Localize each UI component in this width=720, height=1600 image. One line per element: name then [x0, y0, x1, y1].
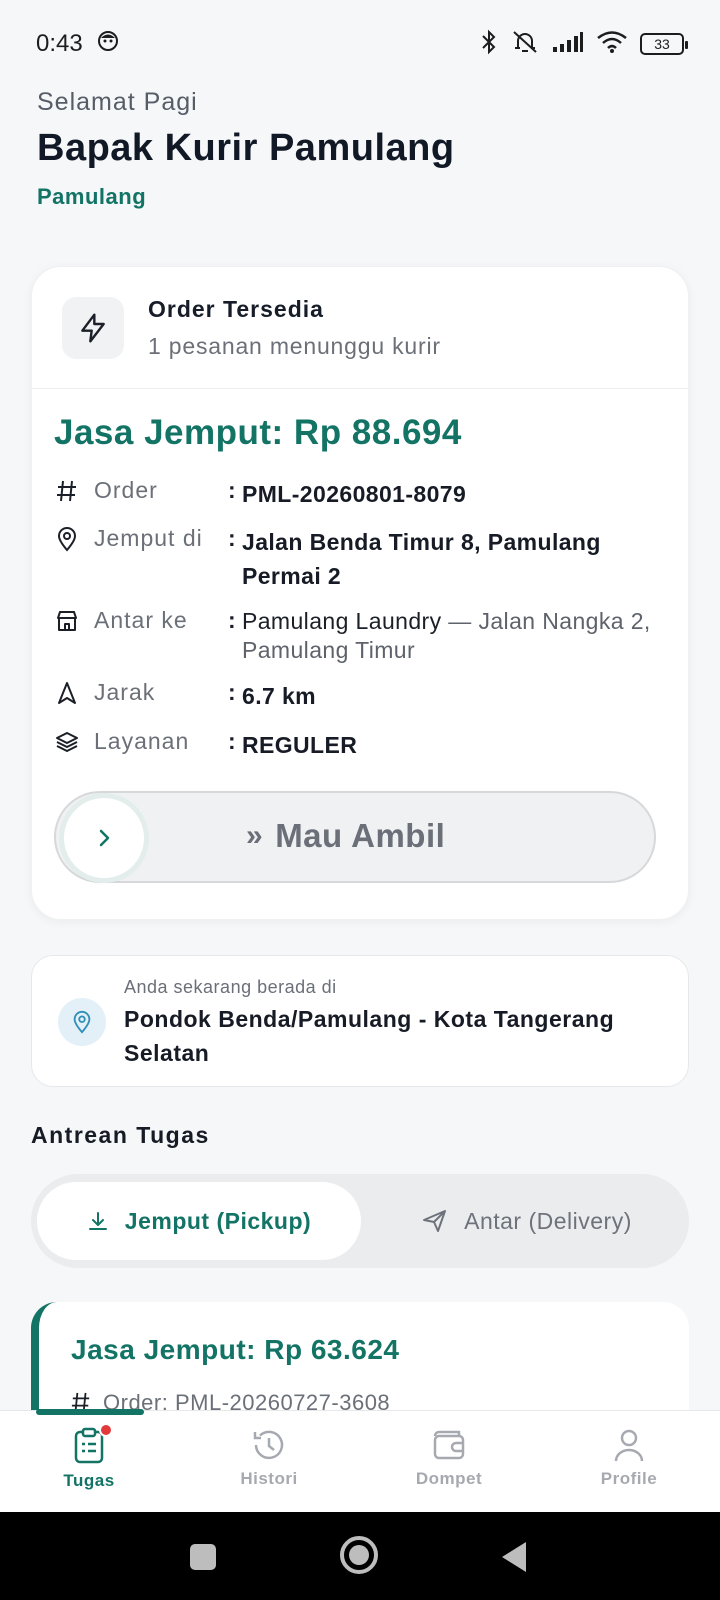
- notification-badge: [99, 1423, 113, 1437]
- tab-pickup-label: Jemput (Pickup): [124, 1207, 312, 1234]
- detail-colon: :: [228, 477, 236, 503]
- detail-label: Antar ke: [94, 607, 188, 633]
- detail-colon: :: [228, 607, 236, 633]
- detail-row-service: Layanan : REGULER: [54, 728, 357, 758]
- store-icon: [54, 607, 80, 635]
- detail-colon: :: [228, 728, 236, 754]
- location-caption: Anda sekarang berada di: [124, 977, 337, 997]
- current-location-card: Anda sekarang berada di Pondok Benda/Pam…: [31, 955, 689, 1087]
- slider-label-wrap: » Mau Ambil: [246, 817, 445, 855]
- dropoff-laundry-name: Pamulang Laundry: [242, 608, 442, 634]
- greeting-salutation: Selamat Pagi: [37, 88, 198, 116]
- distance-value: 6.7 km: [242, 683, 317, 709]
- wallet-icon: [433, 1430, 465, 1460]
- detail-row-distance: Jarak : 6.7 km: [54, 679, 316, 709]
- tab-pickup[interactable]: Jemput (Pickup): [37, 1182, 361, 1260]
- chevron-right-icon: [99, 829, 110, 847]
- back-button[interactable]: [502, 1542, 526, 1572]
- order-card-header: Order Tersedia 1 pesanan menunggu kurir: [32, 267, 688, 389]
- detail-label: Layanan: [94, 728, 190, 754]
- detail-label: Jarak: [94, 679, 156, 705]
- detail-colon: :: [228, 679, 236, 705]
- courier-name: Bapak Kurir Pamulang: [37, 127, 455, 169]
- courier-area: Pamulang: [37, 184, 147, 209]
- take-order-swipe-slider[interactable]: » Mau Ambil: [54, 791, 656, 883]
- detail-colon: :: [228, 525, 236, 551]
- detail-row-pickup: Jemput di : Jalan Benda Timur 8, Pamulan…: [54, 525, 600, 589]
- detail-row-dropoff: Antar ke : Pamulang Laundry — Jalan Nang…: [54, 607, 650, 663]
- mute-bell-icon: [510, 29, 540, 60]
- task-price: Jasa Jemput: Rp 63.624: [71, 1334, 400, 1365]
- queue-tabs: Jemput (Pickup) Antar (Delivery): [31, 1174, 689, 1268]
- signal-icon: [552, 31, 584, 58]
- location-pin-icon: [58, 998, 106, 1046]
- dropoff-destination: Pamulang Laundry — Jalan Nangka 2, Pamul…: [242, 607, 662, 665]
- nav-histori-label: Histori: [240, 1469, 298, 1488]
- service-type: REGULER: [242, 732, 358, 758]
- nav-profile[interactable]: Profile: [569, 1427, 689, 1489]
- order-number: PML-20260801-8079: [242, 481, 467, 507]
- nav-dompet[interactable]: Dompet: [389, 1427, 509, 1489]
- slider-handle[interactable]: [64, 798, 144, 878]
- slider-label: Mau Ambil: [275, 817, 446, 854]
- recent-apps-button[interactable]: [190, 1544, 216, 1570]
- bluetooth-icon: [480, 29, 498, 60]
- order-card-title: Order Tersedia: [148, 295, 324, 322]
- available-order-card: Order Tersedia 1 pesanan menunggu kurir …: [31, 266, 689, 920]
- navigation-icon: [54, 679, 80, 707]
- nav-dompet-label: Dompet: [415, 1469, 483, 1488]
- home-button[interactable]: [340, 1536, 378, 1574]
- history-icon: [253, 1430, 284, 1460]
- tab-delivery-label: Antar (Delivery): [464, 1207, 632, 1234]
- battery-level: 33: [654, 36, 670, 52]
- bolt-icon: [62, 296, 124, 359]
- nav-profile-label: Profile: [600, 1469, 658, 1488]
- order-price: Jasa Jemput: Rp 88.694: [54, 413, 462, 452]
- location-place: Pondok Benda/Pamulang - Kota Tangerang S…: [124, 1006, 615, 1066]
- tab-delivery[interactable]: Antar (Delivery): [371, 1182, 683, 1260]
- user-icon: [614, 1429, 644, 1462]
- map-pin-icon: [54, 525, 80, 553]
- send-icon: [423, 1210, 447, 1232]
- download-icon: [88, 1212, 107, 1230]
- bottom-navigation: Tugas Histori Dompet Profile: [0, 1409, 720, 1512]
- layers-icon: [54, 728, 80, 756]
- queue-title: Antrean Tugas: [31, 1122, 210, 1148]
- detail-label: Jemput di: [94, 525, 203, 551]
- wifi-icon: [596, 30, 628, 59]
- detail-label: Order: [94, 477, 158, 503]
- status-bar: 0:43 33: [0, 0, 720, 88]
- notification-face-icon: [97, 30, 119, 59]
- nav-tugas[interactable]: Tugas: [29, 1423, 149, 1491]
- system-navigation-bar: [0, 1512, 720, 1600]
- status-time: 0:43: [36, 30, 83, 57]
- hash-icon: [54, 477, 80, 505]
- nav-histori[interactable]: Histori: [209, 1427, 329, 1489]
- active-tab-indicator: [36, 1409, 144, 1415]
- detail-row-order: Order : PML-20260801-8079: [54, 477, 466, 507]
- greeting: Selamat Pagi Bapak Kurir Pamulang Pamula…: [37, 88, 455, 210]
- pickup-address: Jalan Benda Timur 8, Pamulang Permai 2: [242, 529, 601, 589]
- nav-tugas-label: Tugas: [63, 1471, 115, 1490]
- order-card-subtitle: 1 pesanan menunggu kurir: [148, 332, 441, 359]
- double-chevron-icon: »: [246, 819, 264, 852]
- battery-icon: 33: [640, 33, 688, 55]
